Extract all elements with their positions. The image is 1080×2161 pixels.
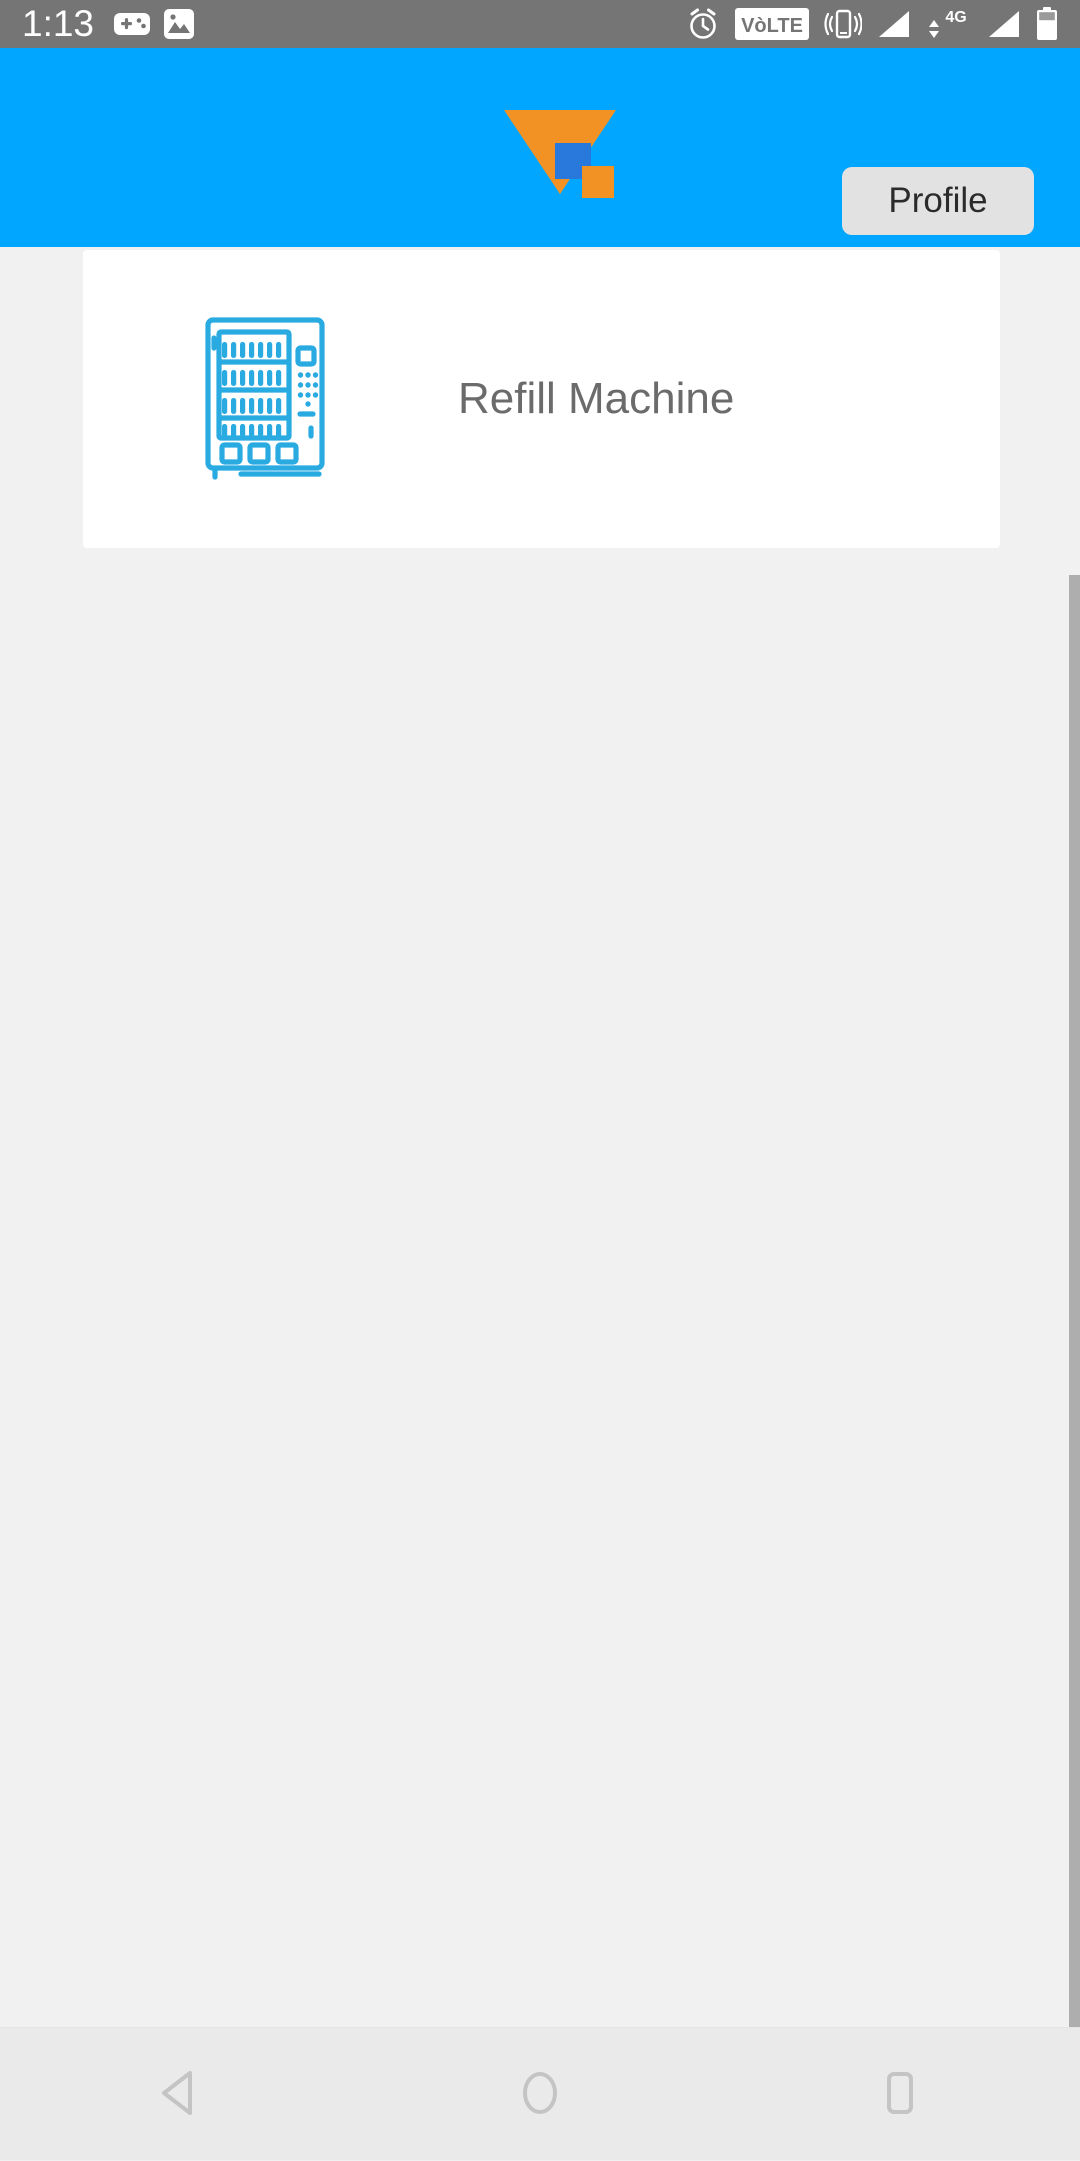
signal2-icon (987, 9, 1021, 39)
android-navigation-bar (0, 2027, 1080, 2160)
main-content: Refill Machine (0, 247, 1080, 2137)
status-bar-system-icons: VòLTE 4G (686, 7, 1058, 41)
battery-icon (1036, 7, 1058, 41)
list-item-label: Refill Machine (458, 374, 735, 423)
nav-back-button[interactable] (90, 2028, 270, 2161)
app-logo (500, 88, 620, 198)
gamepad-icon (114, 11, 151, 37)
volte-icon: VòLTE (735, 8, 809, 40)
nav-recents-button[interactable] (810, 2028, 990, 2161)
profile-button[interactable]: Profile (842, 167, 1034, 235)
image-icon (164, 9, 195, 39)
app-header: Profile (0, 48, 1080, 247)
list-item-refill-machine[interactable]: Refill Machine (83, 250, 1000, 548)
status-bar-notification-icons (114, 9, 195, 39)
home-circle-icon (517, 2068, 563, 2121)
recents-square-icon (879, 2070, 921, 2119)
status-bar-clock: 1:13 (22, 3, 95, 44)
svg-text:VòLTE: VòLTE (741, 15, 803, 37)
data-4g-icon: 4G (926, 8, 972, 40)
vertical-scrollbar[interactable] (1069, 575, 1080, 2137)
vending-machine-icon (201, 316, 329, 482)
status-bar: 1:13 VòLTE 4G (0, 0, 1080, 48)
svg-text:4G: 4G (945, 9, 966, 26)
nav-home-button[interactable] (450, 2028, 630, 2161)
back-triangle-icon (159, 2070, 201, 2119)
vibrate-icon (824, 7, 862, 41)
signal-icon (877, 9, 911, 39)
alarm-icon (686, 7, 720, 41)
